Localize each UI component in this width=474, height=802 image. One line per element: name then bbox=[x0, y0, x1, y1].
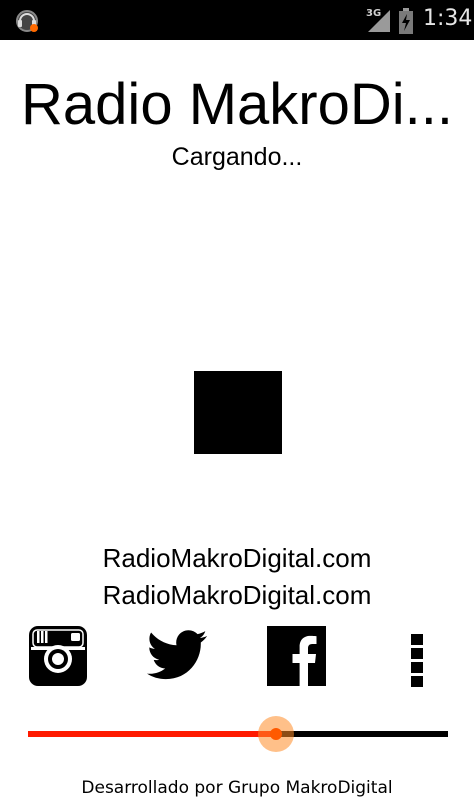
signal-icon bbox=[368, 10, 390, 32]
twitter-icon bbox=[147, 630, 207, 680]
website-line-primary: RadioMakroDigital.com bbox=[102, 543, 372, 573]
station-title: Radio MakroDi... bbox=[21, 74, 453, 136]
volume-track-fill bbox=[28, 731, 276, 737]
app-notification-icon bbox=[16, 10, 38, 32]
overflow-menu-button[interactable] bbox=[407, 632, 427, 688]
instagram-icon bbox=[29, 626, 87, 686]
status-bar: 3G 1:34 bbox=[0, 0, 474, 40]
volume-slider[interactable] bbox=[28, 712, 448, 756]
volume-thumb[interactable] bbox=[270, 728, 282, 740]
status-clock: 1:34 bbox=[423, 6, 473, 31]
instagram-button[interactable] bbox=[29, 626, 87, 686]
playback-status: Cargando... bbox=[171, 143, 303, 171]
battery-icon bbox=[399, 8, 413, 34]
facebook-button[interactable] bbox=[267, 626, 326, 686]
overflow-menu-icon bbox=[411, 634, 423, 687]
social-links bbox=[0, 626, 474, 688]
developer-credit: Desarrollado por Grupo MakroDigital bbox=[81, 778, 393, 798]
website-line-secondary: RadioMakroDigital.com bbox=[102, 580, 372, 610]
stop-button[interactable] bbox=[194, 371, 282, 454]
twitter-button[interactable] bbox=[146, 630, 208, 682]
facebook-icon bbox=[267, 626, 326, 686]
